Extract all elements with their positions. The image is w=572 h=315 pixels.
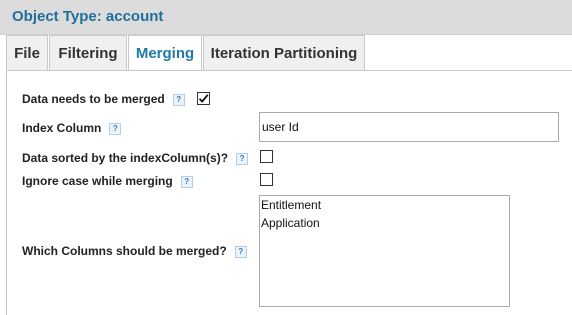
- tab-filtering-label: Filtering: [58, 44, 118, 62]
- sorted-label-row: Data sorted by the indexColumn(s)??: [22, 151, 249, 165]
- needs-merge-label: Data needs to be merged: [22, 92, 165, 106]
- page-title: Object Type: account: [12, 8, 164, 25]
- tab-file-label: File: [14, 44, 40, 62]
- list-item[interactable]: Entitlement: [261, 198, 508, 216]
- sorted-checkbox[interactable]: [260, 150, 273, 163]
- checkmark-icon: [198, 94, 209, 103]
- tab-filtering[interactable]: Filtering: [49, 35, 127, 70]
- help-icon[interactable]: ?: [172, 93, 185, 106]
- index-column-label: Index Column: [22, 121, 102, 135]
- index-column-label-row: Index Column?: [22, 121, 122, 135]
- help-icon[interactable]: ?: [234, 245, 247, 258]
- panel-border: [6, 70, 7, 315]
- merge-columns-label-row: Which Columns should be merged??: [22, 244, 247, 258]
- needs-merge-label-row: Data needs to be merged?: [22, 92, 185, 106]
- ignore-case-label-row: Ignore case while merging?: [22, 174, 193, 188]
- merge-columns-listbox[interactable]: Entitlement Application: [259, 195, 510, 307]
- tab-divider: [6, 70, 572, 71]
- tab-merging[interactable]: Merging: [128, 35, 202, 71]
- ignore-case-label: Ignore case while merging: [22, 174, 173, 188]
- list-item[interactable]: Application: [261, 216, 508, 234]
- index-column-input[interactable]: [259, 112, 559, 142]
- help-icon[interactable]: ?: [180, 175, 193, 188]
- help-icon[interactable]: ?: [236, 152, 249, 165]
- ignore-case-checkbox[interactable]: [260, 173, 273, 186]
- tab-bar: File Filtering Merging Iteration Partiti…: [6, 35, 572, 71]
- sorted-label: Data sorted by the indexColumn(s)?: [22, 151, 229, 165]
- help-icon[interactable]: ?: [109, 122, 122, 135]
- tab-iteration-partitioning[interactable]: Iteration Partitioning: [203, 35, 365, 70]
- tab-merging-label: Merging: [135, 45, 195, 62]
- tab-iteration-partitioning-label: Iteration Partitioning: [210, 44, 358, 62]
- needs-merge-checkbox[interactable]: [197, 92, 210, 105]
- tab-file[interactable]: File: [6, 35, 48, 70]
- object-type-header: Object Type: account: [0, 0, 572, 35]
- merge-columns-label: Which Columns should be merged?: [22, 244, 227, 258]
